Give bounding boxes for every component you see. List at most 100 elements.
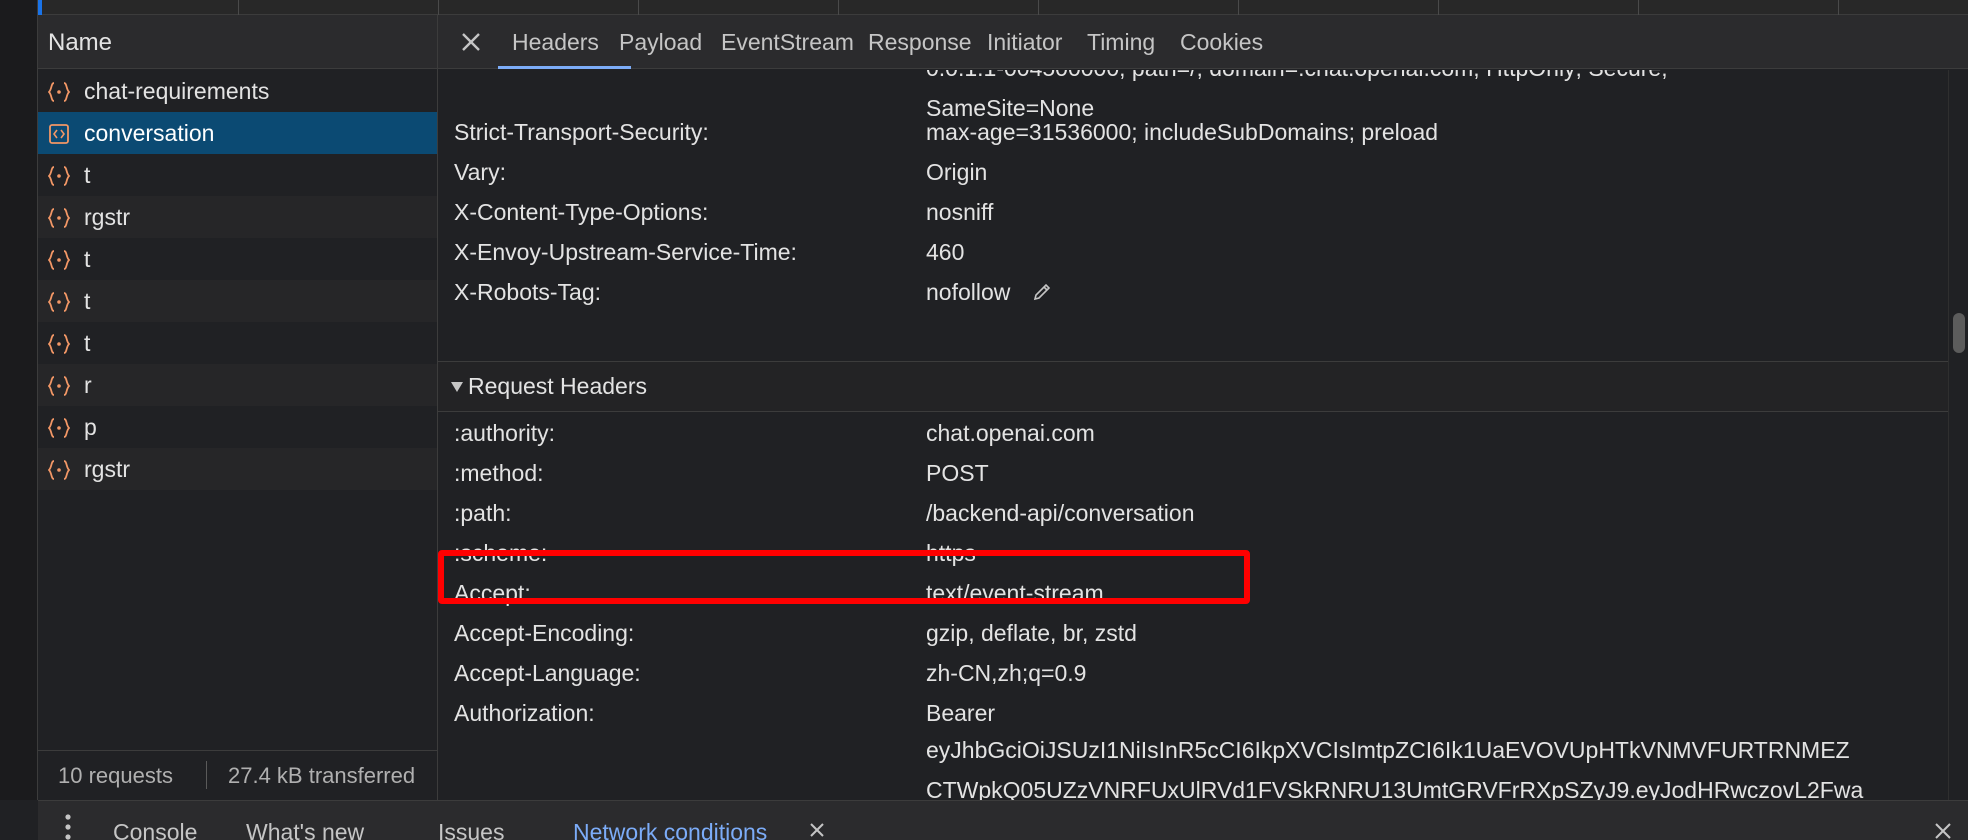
header-value[interactable]: /backend-api/conversation [926, 493, 1195, 533]
authorization-token-line: CTWpkQ05UZzVNRFUxUlRVd1FVSkRNRU13UmtGRVF… [926, 777, 1864, 800]
close-icon[interactable] [456, 27, 486, 57]
request-headers-section-header[interactable]: Request Headers [438, 362, 1948, 412]
request-header-row: :method: POST [438, 453, 1948, 493]
fetch-brace-icon [48, 376, 70, 396]
authorization-token-line: eyJhbGciOiJSUzI1NiIsInR5cCI6IkpXVCIsImtp… [926, 737, 1850, 763]
request-header-row: :path: /backend-api/conversation [438, 493, 1948, 533]
set-cookie-continuation: 0.0.1.1-004500000; path=/; domain=.chat.… [926, 70, 1668, 88]
scrollbar[interactable] [1948, 70, 1968, 800]
transferred-size: 27.4 kB transferred [228, 763, 416, 788]
header-value[interactable]: chat.openai.com [926, 413, 1095, 453]
header-value[interactable]: text/event-stream [926, 573, 1104, 613]
headers-scroll-area[interactable]: 0.0.1.1-004500000; path=/; domain=.chat.… [438, 70, 1948, 800]
header-value[interactable]: Bearer [926, 693, 995, 733]
fetch-brace-icon [48, 418, 70, 438]
column-divider [238, 0, 239, 15]
header-key: Authorization: [454, 700, 595, 726]
fetch-brace-icon [48, 292, 70, 312]
fetch-brace-icon [48, 250, 70, 270]
name-column-header[interactable]: Name [38, 15, 437, 69]
drawer-tab-issues[interactable]: Issues [438, 819, 504, 840]
column-divider [1838, 0, 1839, 15]
header-key: Strict-Transport-Security: [454, 119, 709, 145]
request-name: conversation [84, 120, 215, 146]
tab-headers[interactable]: Headers [512, 29, 599, 56]
request-header-row: :scheme: https [438, 533, 1948, 573]
header-value[interactable]: zh-CN,zh;q=0.9 [926, 653, 1086, 693]
drawer-tab-whats-new[interactable]: What's new [246, 819, 364, 840]
request-row[interactable]: rgstr [38, 196, 437, 238]
request-name: rgstr [84, 204, 130, 230]
fetch-brace-icon [48, 82, 70, 102]
request-row[interactable]: t [38, 322, 437, 364]
header-value[interactable]: https [926, 533, 976, 573]
more-vert-icon[interactable] [64, 813, 72, 840]
drawer-tab-network-conditions[interactable]: Network conditions [573, 819, 767, 840]
status-footer: 10 requests 27.4 kB transferred [38, 750, 437, 800]
header-key: :path: [454, 500, 512, 526]
request-row[interactable]: p [38, 406, 437, 448]
header-key: :method: [454, 460, 544, 486]
top-column-strip [38, 0, 1968, 15]
request-row[interactable]: r [38, 364, 437, 406]
close-tab-icon[interactable] [808, 821, 826, 839]
request-row[interactable]: t [38, 280, 437, 322]
fetch-brace-icon [48, 166, 70, 186]
request-row[interactable]: rgstr [38, 448, 437, 490]
request-name: t [84, 162, 91, 188]
header-value[interactable]: max-age=31536000; includeSubDomains; pre… [926, 112, 1438, 152]
request-header-row: Accept-Encoding: gzip, deflate, br, zstd [438, 613, 1948, 653]
header-key: :authority: [454, 420, 555, 446]
tab-response[interactable]: Response [868, 29, 972, 56]
response-header-row: Vary: Origin [438, 152, 1948, 192]
close-drawer-icon[interactable] [1933, 821, 1953, 840]
request-name: chat-requirements [84, 78, 270, 104]
column-divider [838, 0, 839, 15]
header-key: :scheme: [454, 540, 548, 566]
request-row[interactable]: t [38, 238, 437, 280]
drawer-tab-console[interactable]: Console [113, 819, 197, 840]
column-divider [1638, 0, 1639, 15]
request-name: rgstr [84, 456, 130, 482]
scrollbar-thumb[interactable] [1953, 313, 1965, 353]
request-name: t [84, 288, 91, 314]
fetch-brace-icon [48, 460, 70, 480]
details-tabbar: Headers Payload EventStream Response Ini… [438, 15, 1968, 69]
header-key: Accept: [454, 580, 531, 606]
request-row[interactable]: chat-requirements [38, 70, 437, 112]
request-count: 10 requests [58, 763, 173, 788]
tab-payload[interactable]: Payload [619, 29, 702, 56]
request-row[interactable]: conversation [38, 112, 437, 154]
request-name: r [84, 372, 92, 398]
request-name: p [84, 414, 97, 440]
active-tab-indicator [498, 66, 631, 69]
header-key: Vary: [454, 159, 506, 185]
pencil-edit-icon[interactable] [1031, 281, 1053, 303]
request-header-row: :authority: chat.openai.com [438, 413, 1948, 453]
footer-separator [206, 761, 207, 789]
column-divider [1238, 0, 1239, 15]
header-value[interactable]: nosniff [926, 192, 993, 232]
response-header-row: X-Envoy-Upstream-Service-Time: 460 [438, 232, 1948, 272]
header-key: Accept-Encoding: [454, 620, 635, 646]
tab-initiator[interactable]: Initiator [987, 29, 1062, 56]
column-divider [1038, 0, 1039, 15]
tab-timing[interactable]: Timing [1087, 29, 1155, 56]
header-value[interactable]: POST [926, 453, 989, 493]
fetch-brace-icon [48, 334, 70, 354]
left-gutter [0, 0, 38, 800]
header-value[interactable]: gzip, deflate, br, zstd [926, 613, 1137, 653]
triangle-down-icon [451, 382, 463, 392]
header-value[interactable]: 460 [926, 232, 964, 272]
column-divider [1438, 0, 1439, 15]
header-key: X-Content-Type-Options: [454, 199, 709, 225]
request-name: t [84, 246, 91, 272]
request-row[interactable]: t [38, 154, 437, 196]
response-header-row: X-Content-Type-Options: nosniff [438, 192, 1948, 232]
header-value[interactable]: Origin [926, 152, 987, 192]
document-icon [49, 124, 69, 144]
request-header-row: Accept-Language: zh-CN,zh;q=0.9 [438, 653, 1948, 693]
header-value[interactable]: nofollow [926, 272, 1010, 312]
tab-cookies[interactable]: Cookies [1180, 29, 1263, 56]
tab-eventstream[interactable]: EventStream [721, 29, 854, 56]
